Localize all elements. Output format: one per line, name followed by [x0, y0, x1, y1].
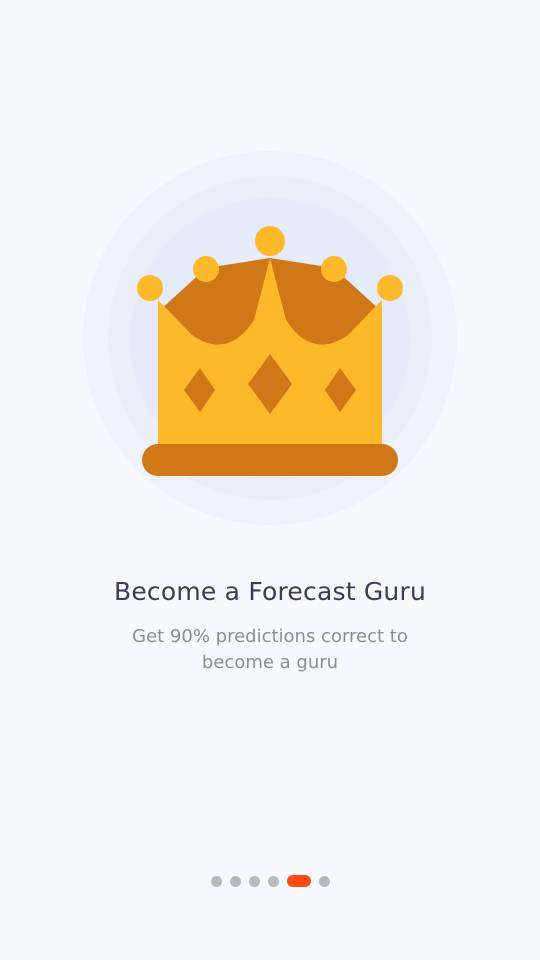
page-dot-3[interactable] [248, 875, 260, 887]
onboarding-subtitle: Get 90% predictions correct to become a … [132, 626, 408, 673]
page-dot-4[interactable] [267, 875, 279, 887]
crown-jewel-5 [377, 275, 403, 301]
crown-jewel-1 [137, 275, 163, 301]
crown-icon [83, 151, 457, 525]
page-indicator [0, 874, 540, 888]
onboarding-title: Become a Forecast Guru [114, 577, 426, 606]
crown-jewel-4 [321, 256, 347, 282]
page-dot-6[interactable] [318, 875, 330, 887]
crown-jewel-2 [193, 256, 219, 282]
page-dot-5-active[interactable] [286, 875, 311, 887]
page-dot-1[interactable] [210, 875, 222, 887]
crown-base [142, 444, 398, 476]
onboarding-screen: Become a Forecast Guru Get 90% predictio… [0, 0, 540, 960]
crown-illustration [82, 150, 458, 526]
page-dot-2[interactable] [229, 875, 241, 887]
crown-jewel-3 [255, 226, 285, 256]
